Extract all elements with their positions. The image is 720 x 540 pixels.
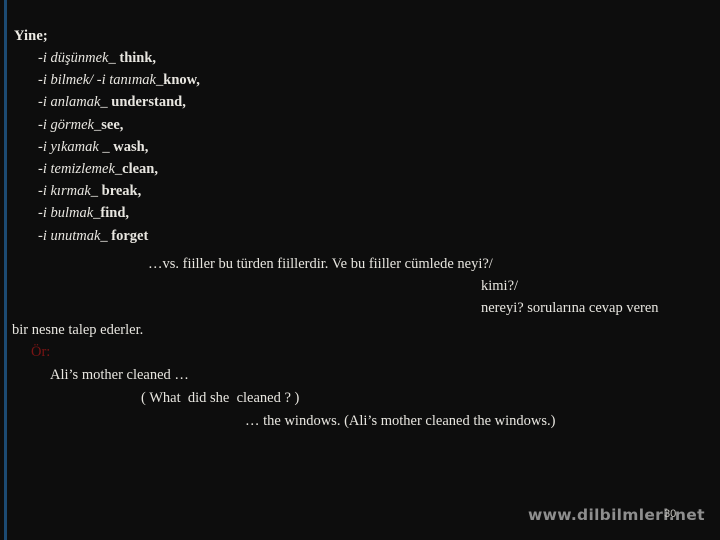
list-item: -i görmek_see, xyxy=(38,114,200,136)
list-item: -i yıkamak _ wash, xyxy=(38,136,200,158)
verb-turkish-1: -i xyxy=(38,72,51,89)
verb-turkish-word-5: temizlemek xyxy=(50,161,115,178)
verb-turkish-word-3: görmek xyxy=(50,116,94,133)
page-title: Yine; xyxy=(14,28,48,44)
example-line-1: Ali’s mother cleaned … xyxy=(50,367,189,383)
list-item: -i unutmak_ forget xyxy=(38,225,200,247)
example-line-3: … the windows. (Ali’s mother cleaned the… xyxy=(245,413,556,429)
body-text-line-3: nereyi? sorularına cevap veren xyxy=(481,300,659,316)
page-number: 30 xyxy=(664,508,677,520)
verb-turkish-2: -i xyxy=(38,94,51,111)
verb-turkish-word-1: bilmek/ -i tanımak xyxy=(50,72,156,89)
list-item: -i kırmak_ break, xyxy=(38,180,200,202)
verb-separator-4: _ xyxy=(98,138,114,155)
verb-turkish-word-7: bulmak xyxy=(50,205,94,222)
verb-turkish-word-0: düşünmek xyxy=(50,50,109,66)
verb-turkish-7: -i xyxy=(38,205,51,222)
verb-turkish-word-6: kırmak xyxy=(50,183,91,200)
verb-english-3: see, xyxy=(101,116,124,133)
verb-english-2: understand, xyxy=(111,94,186,111)
verb-english-6: break, xyxy=(101,183,142,200)
verb-turkish-8: -i xyxy=(38,227,51,244)
verb-english-4: wash, xyxy=(113,138,149,155)
verb-english-0: think, xyxy=(119,50,157,66)
list-item: -i anlamak_ understand, xyxy=(38,91,200,113)
verb-turkish-4: -i xyxy=(38,138,51,155)
verb-vocabulary-list: -i düşünmek_ think, -i bilmek/ -i tanıma… xyxy=(38,47,200,247)
body-text-line-1: …vs. fiiller bu türden fiillerdir. Ve bu… xyxy=(148,256,493,272)
example-label: Ör: xyxy=(31,344,51,360)
left-accent-bar xyxy=(4,0,7,540)
list-item: -i bilmek/ -i tanımak_know, xyxy=(38,69,200,91)
site-watermark: www.dilbilmleri.net xyxy=(528,506,705,524)
verb-turkish-word-2: anlamak xyxy=(50,94,101,111)
list-item: -i temizlemek_clean, xyxy=(38,158,200,180)
verb-english-5: clean, xyxy=(122,161,158,178)
verb-separator-8: _ xyxy=(100,227,112,244)
verb-turkish-3: -i xyxy=(38,116,51,133)
verb-english-7: find, xyxy=(100,205,130,222)
verb-turkish-5: -i xyxy=(38,161,51,178)
verb-separator-6: _ xyxy=(90,183,102,200)
body-text-line-4: bir nesne talep ederler. xyxy=(12,322,144,338)
verb-separator-2: _ xyxy=(100,94,112,111)
verb-separator-0: _ xyxy=(108,50,120,66)
verb-turkish-6: -i xyxy=(38,183,51,200)
list-item: -i bulmak_find, xyxy=(38,202,200,224)
verb-english-1: know, xyxy=(163,72,200,89)
verb-turkish-word-4: yıkamak xyxy=(50,138,99,155)
verb-english-8: forget xyxy=(111,227,149,244)
list-item: -i düşünmek_ think, xyxy=(38,47,200,69)
slide-canvas: Yine; -i düşünmek_ think, -i bilmek/ -i … xyxy=(0,0,720,540)
verb-turkish-word-8: unutmak xyxy=(50,227,101,244)
body-text-line-2: kimi?/ xyxy=(481,278,519,294)
example-line-2: ( What did she cleaned ? ) xyxy=(141,390,300,406)
verb-turkish-0: -i xyxy=(38,50,51,66)
